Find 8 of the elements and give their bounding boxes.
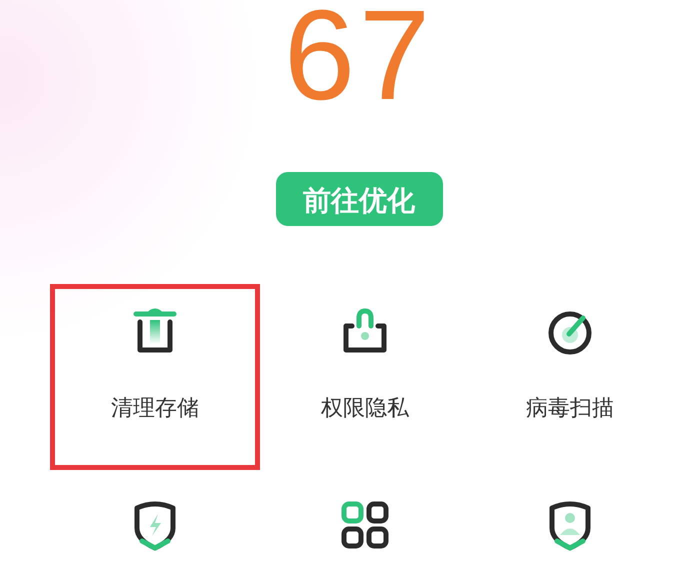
- tool-label: 清理存储: [111, 395, 199, 423]
- tool-tile[interactable]: 病毒扫描: [470, 284, 670, 470]
- score-number: 67: [284, 0, 434, 116]
- highlight-frame[interactable]: 清理存储: [50, 284, 260, 470]
- tool-label: 病毒扫描: [526, 395, 614, 423]
- tool-label: 权限隐私: [321, 395, 409, 423]
- apps-icon: [340, 500, 390, 550]
- tool-tile[interactable]: 权限隐私: [270, 284, 460, 470]
